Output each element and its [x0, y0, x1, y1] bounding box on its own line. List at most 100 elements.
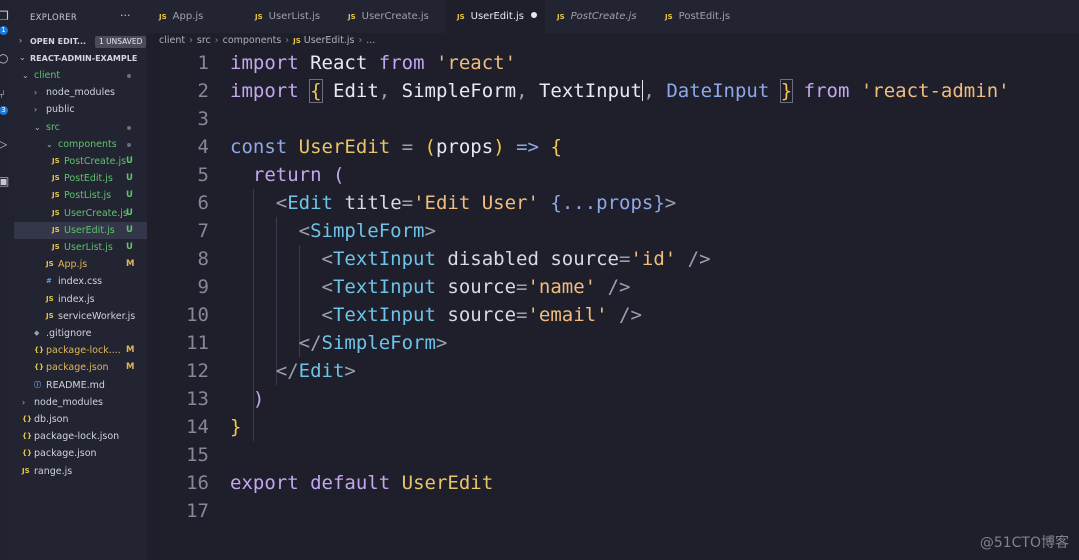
project-section[interactable]: ⌄ REACT-ADMIN-EXAMPLE	[14, 51, 147, 66]
activity-bar: ❐ 1 ○ ⑂ 3 ▷ ▣	[0, 0, 15, 560]
tree-folder[interactable]: ⌄ components	[14, 136, 147, 153]
js-file-icon: JS	[22, 466, 30, 475]
explorer-title: EXPLORER	[30, 13, 78, 23]
chevron-down-icon: ⌄	[34, 122, 41, 132]
tree-folder[interactable]: › node_modules	[14, 394, 147, 411]
tree-file[interactable]: JS PostList.js U	[14, 187, 147, 204]
line-number[interactable]: 8	[147, 245, 209, 273]
tree-item-label: public	[46, 104, 75, 116]
js-file-icon: JS	[159, 13, 167, 21]
tree-item-label: UserList.js	[64, 242, 113, 253]
line-number[interactable]: 7	[147, 217, 209, 245]
breadcrumb-file[interactable]: UserEdit.js	[304, 35, 355, 46]
tree-item-label: node_modules	[34, 396, 104, 408]
tree-file[interactable]: JS serviceWorker.js	[14, 308, 147, 325]
line-number[interactable]: 13	[147, 385, 209, 413]
tree-file[interactable]: {} package-lock.json	[14, 428, 147, 445]
breadcrumb-client[interactable]: client	[159, 35, 185, 46]
code-editor[interactable]: 1 2 3 4 5 6 7 8 9 10 11 12 13 14 15 16 17 import React f…	[147, 49, 1079, 560]
line-number[interactable]: 16	[147, 469, 209, 497]
git-status-badge: U	[126, 242, 133, 252]
chevron-right-icon: ›	[19, 36, 23, 45]
tree-item-label: UserEdit.js	[64, 224, 115, 236]
chevron-right-icon: ›	[34, 88, 38, 98]
tree-item-label: PostEdit.js	[64, 173, 113, 185]
tree-file[interactable]: JS App.js M	[14, 256, 147, 273]
tree-folder[interactable]: › node_modules	[14, 84, 147, 101]
line-number[interactable]: 15	[147, 441, 209, 469]
js-file-icon: JS	[52, 225, 60, 234]
tree-file[interactable]: JS UserEdit.js U	[14, 221, 147, 239]
explorer-sidebar: EXPLORER ··· › OPEN EDIT... 1 UNSAVED ⌄ …	[14, 0, 147, 560]
info-file-icon: ⓘ	[34, 380, 41, 389]
line-number[interactable]: 10	[147, 301, 209, 329]
json-file-icon: {}	[22, 432, 32, 441]
source-control-badge: 3	[0, 106, 8, 115]
modified-dot-icon	[127, 125, 131, 130]
tree-file[interactable]: JS UserList.js U	[14, 239, 147, 256]
tree-file[interactable]: ◆ .gitignore	[14, 325, 147, 342]
tree-file[interactable]: JS UserCreate.js U	[14, 205, 147, 222]
js-file-icon: JS	[665, 13, 673, 21]
source-control-icon[interactable]: ⑂	[0, 88, 10, 100]
chevron-down-icon: ⌄	[19, 53, 26, 62]
line-number[interactable]: 9	[147, 273, 209, 301]
json-file-icon: {}	[22, 415, 32, 423]
tab-userlist-js[interactable]: JS UserList.js	[243, 0, 336, 33]
chevron-right-icon: ›	[189, 35, 193, 46]
tree-file[interactable]: JS PostCreate.js U	[14, 153, 147, 170]
line-number[interactable]: 4	[147, 133, 209, 161]
tree-file[interactable]: # index.css	[14, 273, 147, 290]
tree-folder[interactable]: ⌄ client	[14, 67, 147, 84]
line-number[interactable]: 17	[147, 497, 209, 525]
git-status-badge: M	[126, 259, 135, 270]
tab-useredit-js[interactable]: JS UserEdit.js	[445, 0, 545, 33]
line-number[interactable]: 2	[147, 77, 209, 105]
breadcrumb-components[interactable]: components	[223, 35, 282, 46]
tree-item-label: components	[58, 138, 117, 150]
tab-usercreate-js[interactable]: JS UserCreate.js	[336, 0, 444, 33]
search-icon[interactable]: ○	[0, 52, 10, 64]
tree-file[interactable]: {} package-lock.... M	[14, 342, 147, 359]
files-icon[interactable]: ❐	[0, 10, 10, 22]
breadcrumb: client › src › components › JS UserEdit.js ›...	[159, 33, 375, 49]
tree-file[interactable]: JS index.js	[14, 291, 147, 308]
chevron-right-icon: ›	[285, 35, 290, 46]
tree-file[interactable]: {} package.json	[14, 445, 147, 462]
line-number[interactable]: 3	[147, 105, 209, 133]
tree-file[interactable]: ⓘ README.md	[14, 377, 147, 394]
line-number[interactable]: 6	[147, 189, 209, 217]
unsaved-dot-icon[interactable]	[530, 12, 537, 18]
tree-file[interactable]: JS range.js	[14, 463, 147, 480]
line-number[interactable]: 5	[147, 161, 209, 189]
tab-app-js[interactable]: JS App.js	[147, 0, 243, 33]
tab-postcreate-js[interactable]: JS PostCreate.js	[545, 0, 653, 33]
breadcrumb-src[interactable]: src	[197, 35, 211, 46]
json-file-icon: {}	[34, 346, 44, 355]
run-debug-icon[interactable]: ▷	[0, 138, 10, 150]
chevron-right-icon: ›	[22, 397, 26, 407]
tab-postedit-js[interactable]: JS PostEdit.js	[653, 0, 753, 33]
git-status-badge: M	[126, 362, 135, 373]
line-number[interactable]: 12	[147, 357, 209, 385]
tree-item-label: .gitignore	[46, 328, 92, 339]
open-editors-section[interactable]: › OPEN EDIT... 1 UNSAVED	[14, 34, 147, 50]
line-number[interactable]: 1	[147, 49, 209, 77]
unsaved-badge: 1 UNSAVED	[95, 36, 147, 48]
breadcrumb-symbol[interactable]: ...	[366, 35, 375, 46]
tree-folder[interactable]: › public	[14, 101, 147, 118]
extensions-icon[interactable]: ▣	[0, 175, 10, 187]
line-number[interactable]: 14	[147, 413, 209, 441]
tree-item-label: db.json	[34, 414, 69, 425]
tree-item-label: package-lock....	[46, 345, 121, 357]
tree-folder[interactable]: ⌄ src	[14, 119, 147, 136]
tree-file[interactable]: {} db.json	[14, 411, 147, 428]
line-number[interactable]: 11	[147, 329, 209, 357]
js-file-icon: JS	[52, 174, 60, 183]
tree-file[interactable]: {} package.json M	[14, 359, 147, 376]
more-actions-icon[interactable]: ···	[120, 9, 131, 22]
tree-item-label: node_modules	[46, 87, 116, 99]
css-file-icon: #	[46, 277, 52, 286]
git-file-icon: ◆	[34, 329, 40, 337]
tree-file[interactable]: JS PostEdit.js U	[14, 170, 147, 187]
